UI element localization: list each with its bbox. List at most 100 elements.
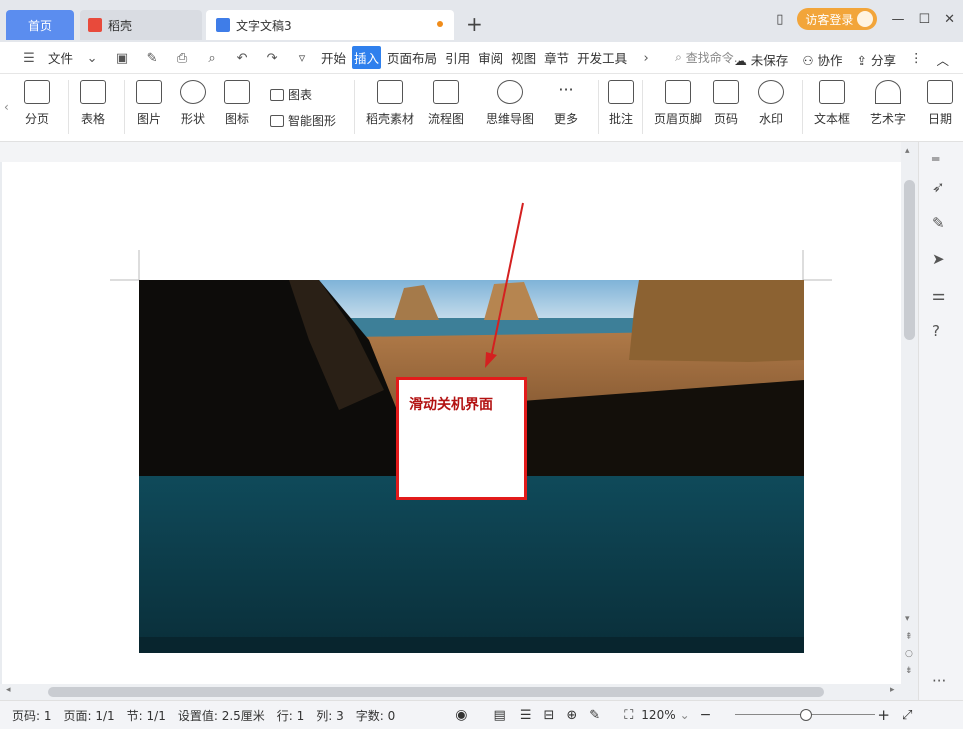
tab-daoke[interactable]: 稻壳 bbox=[80, 10, 202, 40]
scroll-left-icon[interactable]: ◂ bbox=[6, 685, 11, 695]
outline-view-icon[interactable]: ☰ bbox=[520, 708, 532, 723]
comment-button[interactable]: 批注 bbox=[608, 80, 634, 127]
share-button[interactable]: ⇪ 分享 bbox=[857, 50, 896, 69]
picture-icon bbox=[136, 80, 162, 104]
save-icon[interactable]: ▣ bbox=[113, 51, 131, 66]
more-button[interactable]: ··· 更多 bbox=[553, 80, 579, 127]
divider bbox=[354, 80, 355, 134]
print-icon[interactable]: ⎙ bbox=[173, 51, 191, 66]
close-icon[interactable]: ✕ bbox=[944, 12, 955, 27]
unsaved-button[interactable]: ☁ 未保存 bbox=[734, 50, 788, 69]
scroll-up-icon[interactable]: ▴ bbox=[905, 146, 910, 156]
divider bbox=[598, 80, 599, 134]
menu-tab-1[interactable]: 插入 bbox=[352, 46, 382, 69]
scroll-right-icon[interactable]: ▸ bbox=[890, 685, 895, 695]
file-menu[interactable]: 文件 bbox=[46, 46, 75, 69]
collab-button[interactable]: ⚇ 协作 bbox=[802, 50, 842, 69]
zoom-in-icon[interactable]: + bbox=[877, 706, 890, 724]
next-page-icon[interactable]: ⇟ bbox=[905, 666, 913, 676]
login-button[interactable]: 访客登录 bbox=[797, 8, 878, 30]
daoke-material-button[interactable]: 稻壳素材 bbox=[366, 80, 414, 127]
chart-button[interactable]: 图表 bbox=[270, 86, 312, 103]
menu-tab-5[interactable]: 视图 bbox=[509, 46, 538, 69]
collapse-ribbon-icon[interactable]: ︿ bbox=[936, 50, 949, 69]
zoom-out-icon[interactable]: − bbox=[700, 707, 712, 723]
more-options-icon[interactable]: ⋮ bbox=[910, 50, 923, 69]
avatar bbox=[857, 11, 874, 27]
status-setting[interactable]: 设置值: 2.5厘米 bbox=[178, 707, 265, 724]
format-painter-icon[interactable]: ✎ bbox=[143, 51, 161, 66]
minimize-icon[interactable]: — bbox=[891, 12, 904, 27]
ribbon-scroll-left-icon[interactable]: ‹ bbox=[4, 100, 9, 114]
wordart-button[interactable]: 艺术字 bbox=[870, 80, 906, 127]
smart-art-button[interactable]: 智能图形 bbox=[270, 112, 336, 129]
write-view-icon[interactable]: ✎ bbox=[589, 708, 600, 723]
page-break-button[interactable]: 分页 bbox=[24, 80, 50, 127]
page-view-icon[interactable]: ▤ bbox=[494, 708, 506, 723]
fit-page-icon[interactable]: ⛶ bbox=[624, 708, 633, 723]
select-browse-icon[interactable]: ○ bbox=[905, 649, 913, 659]
date-label: 日期 bbox=[927, 112, 952, 126]
menu-tab-2[interactable]: 页面布局 bbox=[385, 46, 439, 69]
settings-sliders-icon[interactable]: ⚌ bbox=[932, 286, 945, 304]
mindmap-button[interactable]: 思维导图 bbox=[486, 80, 534, 127]
status-col[interactable]: 列: 3 bbox=[316, 707, 344, 724]
flowchart-button[interactable]: 流程图 bbox=[428, 80, 464, 127]
help-icon[interactable]: ? bbox=[932, 322, 940, 340]
select-cursor-icon[interactable]: ➤ bbox=[932, 250, 945, 268]
textbox-button[interactable]: 文本框 bbox=[814, 80, 850, 127]
flowchart-icon bbox=[433, 80, 459, 104]
horizontal-scrollbar[interactable]: ◂ ▸ bbox=[0, 684, 918, 700]
callout-box[interactable]: 滑动关机界面 bbox=[396, 377, 527, 500]
vertical-scroll-thumb[interactable] bbox=[904, 180, 915, 340]
prev-page-icon[interactable]: ⇞ bbox=[905, 632, 913, 642]
pen-icon[interactable]: ✎ bbox=[932, 214, 945, 232]
rocket-icon[interactable]: ➶ bbox=[932, 178, 945, 196]
shape-button[interactable]: 形状 bbox=[180, 80, 206, 127]
new-tab-button[interactable]: + bbox=[466, 12, 483, 36]
fullscreen-icon[interactable]: ⤢ bbox=[902, 708, 912, 723]
panel-handle-icon: ═ bbox=[932, 152, 940, 166]
customize-icon[interactable]: ▿ bbox=[293, 51, 311, 66]
status-page-number[interactable]: 页码: 1 bbox=[12, 707, 52, 724]
menu-tab-6[interactable]: 章节 bbox=[542, 46, 571, 69]
zoom-level[interactable]: 120% bbox=[641, 708, 675, 722]
print-preview-icon[interactable]: ⌕ bbox=[203, 51, 221, 66]
menu-tab-0[interactable]: 开始 bbox=[319, 46, 348, 69]
web-view-icon[interactable]: ⊕ bbox=[566, 708, 577, 723]
status-word-count[interactable]: 字数: 0 bbox=[356, 707, 396, 724]
menu-tab-4[interactable]: 审阅 bbox=[476, 46, 505, 69]
page-number-button[interactable]: 页码 bbox=[713, 80, 739, 127]
tab-document[interactable]: 文字文稿3 bbox=[206, 10, 454, 40]
vertical-scrollbar[interactable]: ▴ ▾ ⇞ ○ ⇟ bbox=[901, 142, 918, 684]
horizontal-scroll-thumb[interactable] bbox=[48, 687, 824, 697]
menu-tab-7[interactable]: 开发工具 bbox=[575, 46, 629, 69]
zoom-slider-knob[interactable] bbox=[800, 709, 813, 721]
reading-view-icon[interactable]: ⊟ bbox=[543, 708, 554, 723]
status-section[interactable]: 节: 1/1 bbox=[127, 707, 166, 724]
status-row[interactable]: 行: 1 bbox=[277, 707, 305, 724]
layout-icon[interactable]: ▯ bbox=[776, 12, 783, 27]
undo-icon[interactable]: ↶ bbox=[233, 51, 251, 66]
status-page[interactable]: 页面: 1/1 bbox=[64, 707, 115, 724]
redo-icon[interactable]: ↷ bbox=[263, 51, 281, 66]
divider bbox=[68, 80, 69, 134]
eye-protection-icon[interactable]: ◉ bbox=[455, 707, 467, 723]
zoom-slider[interactable] bbox=[723, 709, 876, 721]
scroll-down-icon[interactable]: ▾ bbox=[905, 614, 910, 624]
menu-tab-3[interactable]: 引用 bbox=[443, 46, 472, 69]
header-footer-button[interactable]: 页眉页脚 bbox=[654, 80, 702, 127]
more-panel-icon[interactable]: ··· bbox=[932, 672, 946, 690]
zoom-dropdown-icon[interactable]: ⌄ bbox=[680, 708, 690, 722]
watermark-button[interactable]: 水印 bbox=[758, 80, 784, 127]
menu-icon[interactable]: ☰ bbox=[20, 51, 38, 66]
picture-button[interactable]: 图片 bbox=[136, 80, 162, 127]
collab-label: 协作 bbox=[817, 53, 843, 68]
menu-scroll-right-icon[interactable]: › bbox=[637, 51, 655, 66]
table-button[interactable]: 表格 bbox=[80, 80, 106, 127]
date-button[interactable]: 日期 bbox=[927, 80, 953, 127]
icon-button[interactable]: 图标 bbox=[224, 80, 250, 127]
maximize-icon[interactable]: ☐ bbox=[918, 12, 930, 27]
tab-home[interactable]: 首页 bbox=[6, 10, 74, 40]
chevron-down-icon[interactable]: ⌄ bbox=[83, 51, 101, 66]
